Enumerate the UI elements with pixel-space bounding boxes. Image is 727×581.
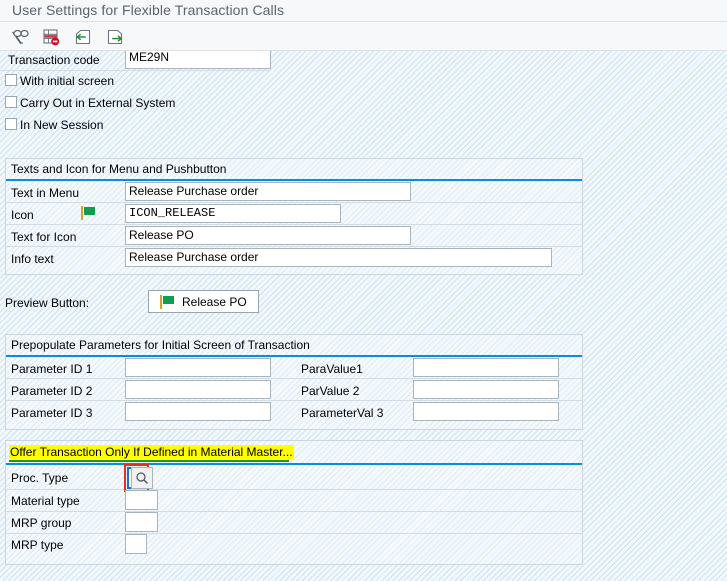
parameter-id-1-input[interactable]: [125, 358, 271, 377]
display-check-icon[interactable]: [8, 25, 34, 49]
back-arrow-icon[interactable]: [70, 25, 96, 49]
mrp-group-label: MRP group: [11, 516, 72, 530]
parameter-value-3-input[interactable]: [413, 402, 559, 421]
checkbox-in-new-session[interactable]: [5, 118, 17, 130]
mrp-type-label: MRP type: [11, 538, 64, 552]
text-in-menu-input[interactable]: Release Purchase order: [125, 182, 411, 201]
mrp-type-input[interactable]: [125, 534, 147, 554]
material-type-input[interactable]: [125, 490, 158, 510]
exit-arrow-icon[interactable]: [102, 25, 128, 49]
row-separator: [5, 224, 583, 225]
parameter-value-2-label: ParValue 2: [301, 384, 360, 398]
row-separator: [5, 489, 583, 490]
prepopulate-group-title: Prepopulate Parameters for Initial Scree…: [11, 338, 310, 352]
row-separator: [5, 533, 583, 534]
material-type-label: Material type: [11, 494, 80, 508]
parameter-id-1-label: Parameter ID 1: [11, 362, 93, 376]
texts-icon-group-title: Texts and Icon for Menu and Pushbutton: [11, 162, 227, 176]
text-for-icon-input[interactable]: Release PO: [125, 226, 411, 245]
release-flag-icon: [80, 206, 96, 220]
parameter-id-3-label: Parameter ID 3: [11, 406, 93, 420]
proc-type-label: Proc. Type: [11, 471, 69, 485]
row-separator: [5, 400, 583, 401]
row-separator: [5, 202, 583, 203]
preview-button-text: Release PO: [182, 294, 247, 309]
checkbox-carry-out-external-system-label: Carry Out in External System: [20, 96, 176, 110]
material-master-group-title: Offer Transaction Only If Defined in Mat…: [9, 445, 294, 459]
window-title-bar: User Settings for Flexible Transaction C…: [0, 0, 727, 22]
application-toolbar: [0, 22, 727, 51]
proc-type-search-help-icon[interactable]: [131, 467, 153, 489]
checkbox-carry-out-external-system[interactable]: [5, 96, 17, 108]
preview-release-po-button[interactable]: Release PO: [148, 290, 259, 313]
row-separator: [0, 70, 271, 71]
mrp-group-input[interactable]: [125, 512, 158, 532]
material-master-green-rule: [9, 460, 289, 462]
row-separator: [5, 511, 583, 512]
info-text-label: Info text: [11, 252, 54, 266]
parameter-value-2-input[interactable]: [413, 380, 559, 399]
parameter-value-1-label: ParaValue1: [301, 362, 363, 376]
delete-row-icon[interactable]: [38, 25, 64, 49]
parameter-value-1-input[interactable]: [413, 358, 559, 377]
parameter-id-2-input[interactable]: [125, 380, 271, 399]
row-separator: [5, 378, 583, 379]
page-title: User Settings for Flexible Transaction C…: [12, 2, 285, 18]
transaction-code-label: Transaction code: [8, 53, 100, 67]
material-master-group-title-text: Offer Transaction Only If Defined in Mat…: [9, 445, 294, 459]
checkbox-in-new-session-label: In New Session: [20, 118, 104, 132]
text-for-icon-label: Text for Icon: [11, 230, 77, 244]
transaction-code-row: Transaction code ME29N: [0, 51, 727, 71]
icon-label: Icon: [11, 208, 34, 222]
parameter-id-2-label: Parameter ID 2: [11, 384, 93, 398]
checkbox-with-initial-screen[interactable]: [5, 74, 17, 86]
parameter-value-3-label: ParameterVal 3: [301, 406, 384, 420]
preview-button-label: Preview Button:: [5, 296, 90, 310]
transaction-code-input[interactable]: ME29N: [125, 51, 271, 69]
text-in-menu-label: Text in Menu: [11, 186, 80, 200]
info-text-input[interactable]: Release Purchase order: [125, 248, 552, 267]
parameter-id-3-input[interactable]: [125, 402, 271, 421]
icon-name-input[interactable]: ICON_RELEASE: [125, 204, 341, 223]
texts-icon-group-rule: [6, 179, 582, 181]
row-separator: [5, 246, 583, 247]
release-flag-icon: [159, 294, 175, 309]
prepopulate-group-rule: [6, 355, 582, 357]
application-window: User Settings for Flexible Transaction C…: [0, 0, 727, 581]
material-master-group-rule: [6, 463, 582, 465]
checkbox-with-initial-screen-label: With initial screen: [20, 74, 115, 88]
